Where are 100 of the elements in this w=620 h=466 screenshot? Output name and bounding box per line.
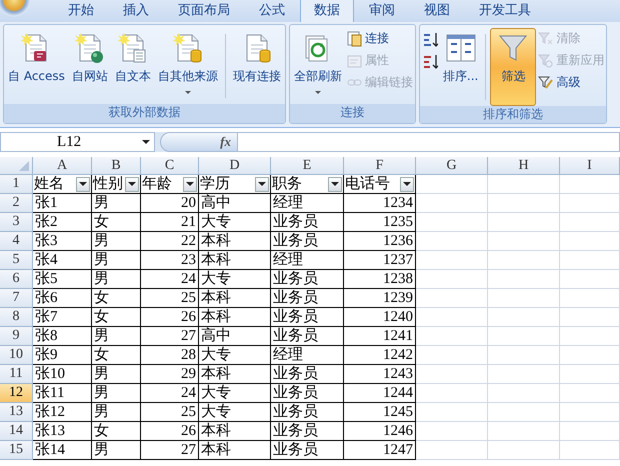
- column-header[interactable]: B: [92, 157, 141, 175]
- ribbon-button[interactable]: 现有连接: [230, 28, 284, 98]
- empty-cell: [416, 175, 488, 194]
- table-cell: 大专: [199, 384, 271, 403]
- table-cell: 张1: [33, 194, 92, 213]
- ribbon-tab[interactable]: 公式: [245, 0, 299, 22]
- empty-cell: [488, 441, 560, 460]
- row-header[interactable]: 8: [0, 308, 33, 327]
- empty-cell: [560, 384, 620, 403]
- row-header[interactable]: 2: [0, 194, 33, 213]
- table-cell: 男: [92, 232, 141, 251]
- table-cell: 1240: [344, 308, 416, 327]
- ribbon-button[interactable]: 排序...: [440, 28, 482, 98]
- empty-cell: [488, 403, 560, 422]
- empty-cell: [488, 194, 560, 213]
- table-cell: 张3: [33, 232, 92, 251]
- ribbon-tab[interactable]: 审阅: [355, 0, 409, 22]
- column-header[interactable]: D: [199, 157, 271, 175]
- row-header[interactable]: 1: [0, 175, 33, 194]
- column-header[interactable]: A: [33, 157, 92, 175]
- row-header[interactable]: 10: [0, 346, 33, 365]
- table-cell: 男: [92, 403, 141, 422]
- row-header[interactable]: 4: [0, 232, 33, 251]
- table-cell: 女: [92, 422, 141, 441]
- ribbon-tab[interactable]: 页面布局: [164, 0, 244, 22]
- filter-dropdown-button[interactable]: [255, 176, 269, 192]
- ribbon-button[interactable]: 连接: [346, 28, 414, 49]
- filter-dropdown-button[interactable]: [400, 176, 414, 192]
- table-cell: 24: [141, 270, 199, 289]
- row-header[interactable]: 5: [0, 251, 33, 270]
- sort-ascending-icon: [422, 30, 438, 46]
- table-cell: 1247: [344, 441, 416, 460]
- row-header[interactable]: 13: [0, 403, 33, 422]
- ribbon-button[interactable]: 自其他来源: [154, 28, 221, 101]
- ribbon-tab[interactable]: 开发工具: [465, 0, 545, 22]
- column-header[interactable]: F: [344, 157, 416, 175]
- table-cell: 本科: [199, 251, 271, 270]
- table-cell: 1245: [344, 403, 416, 422]
- empty-cell: [416, 384, 488, 403]
- table-cell: 张4: [33, 251, 92, 270]
- empty-cell: [560, 270, 620, 289]
- formula-input-field[interactable]: [238, 132, 620, 152]
- filter-dropdown-button[interactable]: [76, 176, 90, 192]
- row-header[interactable]: 9: [0, 327, 33, 346]
- filter-dropdown-button[interactable]: [328, 176, 342, 192]
- table-cell: 女: [92, 213, 141, 232]
- header-cell: 学历: [200, 176, 230, 192]
- ribbon-button[interactable]: 自 Access: [5, 28, 68, 98]
- empty-cell: [416, 346, 488, 365]
- empty-cell: [416, 308, 488, 327]
- table-cell: 大专: [199, 346, 271, 365]
- group-label: 排序和筛选: [420, 106, 606, 123]
- table-cell: 业务员: [271, 270, 344, 289]
- row-header[interactable]: 14: [0, 422, 33, 441]
- row-header[interactable]: 6: [0, 270, 33, 289]
- ribbon-button[interactable]: 自网站: [68, 28, 111, 98]
- document-globe-icon: [74, 32, 106, 64]
- column-header[interactable]: C: [141, 157, 199, 175]
- column-header[interactable]: I: [560, 157, 620, 175]
- table-cell: 业务员: [271, 289, 344, 308]
- ribbon-button[interactable]: 筛选: [490, 28, 536, 106]
- ribbon-button[interactable]: 高级: [537, 72, 606, 93]
- insert-function-button[interactable]: fx: [214, 134, 237, 150]
- empty-cell: [560, 403, 620, 422]
- ribbon-button[interactable]: 全部刷新: [290, 28, 345, 101]
- table-cell: 1239: [344, 289, 416, 308]
- row-header[interactable]: 11: [0, 365, 33, 384]
- name-box[interactable]: L12: [0, 132, 155, 152]
- row-header[interactable]: 7: [0, 289, 33, 308]
- empty-cell: [488, 289, 560, 308]
- table-cell: 1244: [344, 384, 416, 403]
- empty-cell: [488, 270, 560, 289]
- table-cell: 业务员: [271, 365, 344, 384]
- ribbon-tab[interactable]: 插入: [109, 0, 163, 22]
- table-cell: 张2: [33, 213, 92, 232]
- empty-cell: [560, 346, 620, 365]
- ribbon-tab[interactable]: 开始: [54, 0, 108, 22]
- column-header[interactable]: H: [488, 157, 560, 175]
- row-header[interactable]: 12: [0, 384, 33, 403]
- table-cell: 22: [141, 232, 199, 251]
- table-cell: 1246: [344, 422, 416, 441]
- table-cell: 24: [141, 384, 199, 403]
- ribbon-tab[interactable]: 数据: [300, 0, 354, 22]
- table-cell: 女: [92, 346, 141, 365]
- filter-dropdown-button[interactable]: [125, 176, 139, 192]
- table-cell: 张12: [33, 403, 92, 422]
- ribbon-button[interactable]: 自文本: [112, 28, 154, 98]
- row-header[interactable]: 15: [0, 441, 33, 460]
- table-cell: 女: [92, 308, 141, 327]
- table-cell: 张13: [33, 422, 92, 441]
- table-cell: 高中: [199, 327, 271, 346]
- row-header[interactable]: 3: [0, 213, 33, 232]
- table-cell: 1234: [344, 194, 416, 213]
- column-header[interactable]: G: [416, 157, 488, 175]
- ribbon-tab[interactable]: 视图: [410, 0, 464, 22]
- filter-dropdown-button[interactable]: [183, 176, 197, 192]
- clear-filter-icon: [538, 30, 554, 46]
- table-cell: 张6: [33, 289, 92, 308]
- column-header[interactable]: E: [271, 157, 344, 175]
- table-cell: 26: [141, 308, 199, 327]
